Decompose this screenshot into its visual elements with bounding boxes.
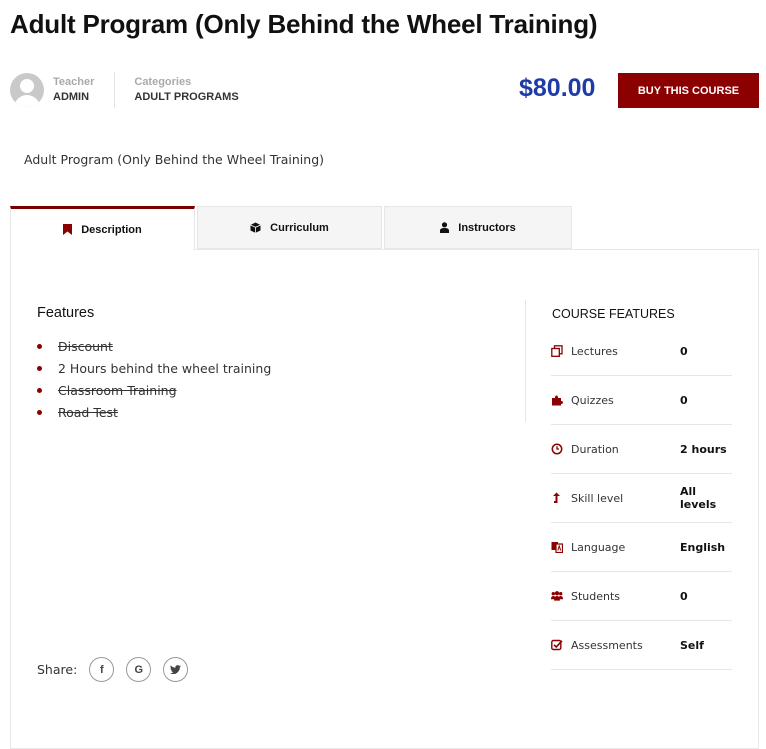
bullet-dot bbox=[37, 410, 42, 415]
feature-label: Duration bbox=[571, 442, 619, 456]
course-feature-skill-level: Skill level All levels bbox=[551, 474, 732, 523]
course-features-list: Lectures 0 Quizzes 0 Duration 2 hours Sk… bbox=[551, 327, 732, 670]
cube-icon bbox=[250, 222, 261, 233]
feature-label: Assessments bbox=[571, 638, 643, 652]
features-heading: Features bbox=[37, 305, 95, 321]
course-feature-students: Students 0 bbox=[551, 572, 732, 621]
twitter-share-button[interactable] bbox=[163, 657, 189, 682]
feature-label: Language bbox=[571, 540, 626, 554]
course-feature-assessments: Assessments Self bbox=[551, 621, 732, 670]
course-feature-lectures: Lectures 0 bbox=[551, 327, 732, 376]
course-features-heading: COURSE FEATURES bbox=[552, 307, 675, 321]
avatar-shoulders bbox=[14, 95, 40, 107]
tab-curriculum[interactable]: Curriculum bbox=[197, 206, 382, 249]
google-share-button[interactable]: G bbox=[126, 657, 152, 682]
feature-item: Discount bbox=[37, 336, 271, 358]
level-up-icon bbox=[551, 492, 563, 504]
bookmark-icon bbox=[63, 224, 73, 235]
language-icon bbox=[551, 541, 563, 553]
feature-value: 0 bbox=[680, 344, 688, 358]
feature-text: 2 Hours behind the wheel training bbox=[58, 361, 272, 376]
feature-value: 0 bbox=[680, 589, 688, 603]
share-label: Share: bbox=[37, 662, 78, 677]
categories-block: Categories ADULT PROGRAMS bbox=[134, 75, 238, 105]
tab-instructors-label: Instructors bbox=[458, 221, 516, 234]
categories-label: Categories bbox=[134, 76, 192, 88]
bullet-dot bbox=[37, 366, 42, 371]
feature-label: Students bbox=[571, 589, 621, 603]
tab-description[interactable]: Description bbox=[10, 206, 195, 250]
buy-course-button[interactable]: BUY THIS COURSE bbox=[618, 73, 759, 108]
feature-label: Skill level bbox=[571, 491, 624, 505]
course-feature-language: Language English bbox=[551, 523, 732, 572]
bullet-dot bbox=[37, 388, 42, 393]
feature-value: English bbox=[680, 540, 726, 554]
feature-text: Classroom Training bbox=[58, 383, 177, 398]
bullet-dot bbox=[37, 344, 42, 349]
teacher-label: Teacher bbox=[53, 76, 95, 88]
tab-curriculum-label: Curriculum bbox=[270, 221, 329, 234]
teacher-block: Teacher ADMIN bbox=[53, 75, 94, 105]
feature-text: Discount bbox=[58, 339, 113, 354]
clock-icon bbox=[551, 443, 563, 455]
feature-value: 0 bbox=[680, 393, 688, 407]
course-title: Adult Program (Only Behind the Wheel Tra… bbox=[10, 9, 598, 39]
user-icon bbox=[440, 222, 450, 233]
course-feature-quizzes: Quizzes 0 bbox=[551, 376, 732, 425]
check-square-icon bbox=[551, 639, 563, 651]
course-excerpt: Adult Program (Only Behind the Wheel Tra… bbox=[24, 152, 325, 167]
meta-divider bbox=[114, 72, 116, 108]
avatar-head bbox=[20, 79, 34, 93]
tab-description-label: Description bbox=[81, 223, 142, 236]
teacher-name-link[interactable]: ADMIN bbox=[53, 90, 94, 105]
facebook-share-button[interactable]: f bbox=[89, 657, 115, 682]
feature-value: Self bbox=[680, 638, 704, 652]
feature-label: Lectures bbox=[571, 344, 618, 358]
twitter-icon bbox=[170, 665, 182, 674]
google-icon: G bbox=[134, 663, 144, 676]
teacher-avatar[interactable] bbox=[10, 73, 44, 107]
users-icon bbox=[551, 590, 563, 602]
feature-text: Road Test bbox=[58, 405, 118, 420]
category-link[interactable]: ADULT PROGRAMS bbox=[134, 90, 238, 105]
feature-label: Quizzes bbox=[571, 393, 614, 407]
feature-value: 2 hours bbox=[680, 442, 727, 456]
course-meta: Teacher ADMIN Categories ADULT PROGRAMS bbox=[10, 72, 239, 108]
features-list: Discount 2 Hours behind the wheel traini… bbox=[37, 336, 271, 424]
tab-instructors[interactable]: Instructors bbox=[384, 206, 572, 249]
feature-item: Road Test bbox=[37, 402, 271, 424]
feature-item: Classroom Training bbox=[37, 380, 271, 402]
content-divider bbox=[525, 300, 526, 422]
files-icon bbox=[551, 345, 563, 357]
puzzle-icon bbox=[551, 394, 563, 406]
course-feature-duration: Duration 2 hours bbox=[551, 425, 732, 474]
course-price: $80.00 bbox=[519, 74, 596, 102]
facebook-icon: f bbox=[99, 663, 104, 676]
feature-item: 2 Hours behind the wheel training bbox=[37, 358, 271, 380]
feature-value: All levels bbox=[680, 485, 717, 511]
share-bar: Share: f G bbox=[37, 657, 200, 682]
